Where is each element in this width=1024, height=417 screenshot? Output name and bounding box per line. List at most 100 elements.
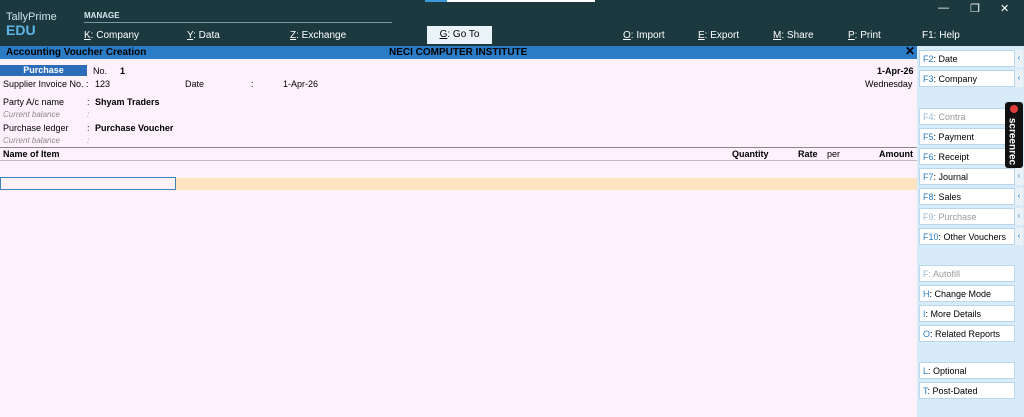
sidebar-btn-autofill-label: : Autofill bbox=[928, 269, 961, 279]
sidebar-btn-contra[interactable]: F4: Contra bbox=[919, 108, 1015, 125]
voucher-weekday: Wednesday bbox=[865, 79, 913, 89]
menu-print-label: : Print bbox=[854, 30, 881, 41]
sidebar-btn-post-dated[interactable]: T: Post-Dated bbox=[919, 382, 1015, 399]
sidebar-btn-change-mode-label: : Change Mode bbox=[929, 289, 992, 299]
sidebar-btn-post-dated-label: : Post-Dated bbox=[927, 386, 978, 396]
top-accent-line bbox=[425, 0, 595, 2]
ledger-balance-colon: : bbox=[87, 136, 90, 145]
sidebar-btn-journal-key: F7 bbox=[923, 172, 934, 182]
chevron-left-icon[interactable]: ‹ bbox=[1015, 70, 1023, 87]
col-rate: Rate bbox=[798, 149, 818, 159]
chevron-left-icon[interactable]: ‹ bbox=[1015, 208, 1023, 225]
tally-window: TallyPrime EDU MANAGE K: Company Y: Data… bbox=[0, 0, 1024, 417]
purchase-ledger-field[interactable]: Purchase Voucher bbox=[95, 123, 173, 133]
menu-goto-button[interactable]: G: Go To bbox=[427, 26, 492, 44]
sidebar-btn-other-vouchers-label: : Other Vouchers bbox=[938, 232, 1007, 242]
sidebar-btn-sales-key: F8 bbox=[923, 192, 934, 202]
screenrec-label: screenrec bbox=[1006, 117, 1018, 166]
menu-import-key: O bbox=[623, 30, 631, 41]
company-name: NECI COMPUTER INSTITUTE bbox=[389, 47, 528, 58]
menu-print[interactable]: P: Print bbox=[848, 30, 881, 41]
menu-help[interactable]: F1: Help bbox=[922, 30, 960, 41]
sidebar-btn-related-reports-label: : Related Reports bbox=[930, 329, 1001, 339]
sidebar-btn-related-reports[interactable]: O: Related Reports bbox=[919, 325, 1015, 342]
chevron-left-icon[interactable]: ‹ bbox=[1015, 188, 1023, 205]
sidebar-btn-receipt-key: F6 bbox=[923, 152, 934, 162]
top-accent-line-blue bbox=[425, 0, 447, 2]
sidebar-btn-receipt[interactable]: F6: Receipt bbox=[919, 148, 1015, 165]
restore-icon[interactable]: ❐ bbox=[970, 2, 980, 15]
menu-help-label: : Help bbox=[933, 30, 960, 41]
menu-import-label: : Import bbox=[630, 30, 665, 41]
col-name-of-item: Name of Item bbox=[3, 149, 60, 159]
menu-data-label: : Data bbox=[193, 30, 220, 41]
sidebar-btn-autofill[interactable]: F: Autofill bbox=[919, 265, 1015, 282]
sidebar-btn-company-label: : Company bbox=[933, 74, 978, 84]
menu-exchange-label: : Exchange bbox=[296, 30, 347, 41]
voucher-type-badge[interactable]: Purchase bbox=[0, 65, 87, 76]
item-name-input[interactable] bbox=[0, 177, 176, 190]
close-screen-icon[interactable]: ✕ bbox=[905, 45, 915, 58]
minimize-icon[interactable]: — bbox=[938, 2, 949, 14]
sidebar-btn-related-reports-key: O bbox=[923, 329, 931, 339]
party-label: Party A/c name bbox=[3, 97, 65, 107]
sidebar-btn-purchase-key: F9 bbox=[923, 212, 934, 222]
party-balance-label: Current balance bbox=[3, 110, 60, 119]
sidebar-btn-date-label: : Date bbox=[933, 54, 958, 64]
sidebar-btn-journal-label: : Journal bbox=[933, 172, 969, 182]
chevron-left-icon[interactable]: ‹ bbox=[1015, 228, 1023, 245]
sidebar-btn-company-key: F3 bbox=[923, 74, 934, 84]
invoice-date-colon: : bbox=[251, 79, 254, 89]
sidebar-btn-company[interactable]: F3: Company bbox=[919, 70, 1015, 87]
menu-company[interactable]: K: Company bbox=[84, 30, 139, 41]
table-top-divider bbox=[0, 147, 917, 148]
ledger-balance-label: Current balance bbox=[3, 136, 60, 145]
sidebar-btn-journal[interactable]: F7: Journal bbox=[919, 168, 1015, 185]
voucher-title-bar: Accounting Voucher Creation NECI COMPUTE… bbox=[0, 45, 917, 59]
voucher-no-label: No. bbox=[93, 66, 108, 76]
menu-goto-label: : Go To bbox=[447, 29, 480, 40]
sidebar-btn-optional[interactable]: L: Optional bbox=[919, 362, 1015, 379]
menu-print-key: P bbox=[848, 30, 855, 41]
invoice-date-label: Date bbox=[185, 79, 205, 89]
sidebar-btn-purchase-label: : Purchase bbox=[933, 212, 977, 222]
supplier-invoice-label: Supplier Invoice No. : bbox=[3, 79, 89, 89]
sidebar-btn-optional-label: : Optional bbox=[928, 366, 967, 376]
sidebar-btn-sales[interactable]: F8: Sales bbox=[919, 188, 1015, 205]
sidebar-btn-payment[interactable]: F5: Payment bbox=[919, 128, 1015, 145]
invoice-date-field[interactable]: 1-Apr-26 bbox=[283, 79, 318, 89]
menu-export[interactable]: E: Export bbox=[698, 30, 739, 41]
app-edition: EDU bbox=[6, 22, 36, 38]
table-header-divider bbox=[0, 160, 917, 161]
chevron-left-icon[interactable]: ‹ bbox=[1015, 50, 1023, 67]
menu-exchange[interactable]: Z: Exchange bbox=[290, 30, 346, 41]
sidebar-btn-date-key: F2 bbox=[923, 54, 934, 64]
sidebar-btn-other-vouchers[interactable]: F10: Other Vouchers bbox=[919, 228, 1015, 245]
party-balance-colon: : bbox=[87, 110, 90, 119]
voucher-date-top[interactable]: 1-Apr-26 bbox=[877, 66, 914, 76]
menu-import[interactable]: O: Import bbox=[623, 30, 665, 41]
sidebar-btn-other-vouchers-key: F10 bbox=[923, 232, 939, 242]
sidebar-btn-purchase[interactable]: F9: Purchase bbox=[919, 208, 1015, 225]
sidebar-btn-receipt-label: : Receipt bbox=[933, 152, 970, 162]
close-window-icon[interactable]: ✕ bbox=[1000, 2, 1009, 15]
screen-title: Accounting Voucher Creation bbox=[6, 47, 147, 58]
menu-company-label: : Company bbox=[90, 30, 140, 41]
sidebar-btn-contra-label: : Contra bbox=[933, 112, 966, 122]
col-quantity: Quantity bbox=[732, 149, 769, 159]
menu-help-key: F1 bbox=[922, 30, 934, 41]
sidebar-btn-sales-label: : Sales bbox=[933, 192, 962, 202]
menu-share-label: : Share bbox=[781, 30, 814, 41]
sidebar-btn-more-details[interactable]: I: More Details bbox=[919, 305, 1015, 322]
sidebar-btn-change-mode[interactable]: H: Change Mode bbox=[919, 285, 1015, 302]
menu-export-key: E bbox=[698, 30, 705, 41]
menu-data[interactable]: Y: Data bbox=[187, 30, 220, 41]
sidebar-btn-more-details-label: : More Details bbox=[925, 309, 982, 319]
party-field[interactable]: Shyam Traders bbox=[95, 97, 160, 107]
party-colon: : bbox=[87, 97, 90, 107]
sidebar-btn-date[interactable]: F2: Date bbox=[919, 50, 1015, 67]
screenrec-widget[interactable]: screenrec bbox=[1005, 102, 1023, 168]
manage-divider bbox=[84, 22, 392, 23]
menu-share[interactable]: M: Share bbox=[773, 30, 814, 41]
supplier-invoice-field[interactable]: 123 bbox=[95, 79, 110, 89]
